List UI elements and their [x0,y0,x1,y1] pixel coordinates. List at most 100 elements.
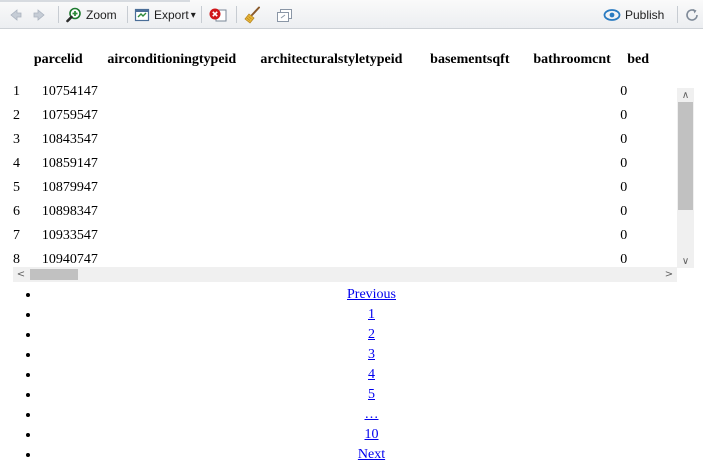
column-header-airconditioningtypeid[interactable]: airconditioningtypeid [107,40,260,80]
row-name: 1 [13,84,20,99]
pagination-page-10[interactable]: 10 [365,427,379,442]
pagination-previous[interactable]: Previous [347,287,396,302]
arrow-right-icon [31,6,49,24]
zoom-icon [66,7,82,23]
toolbar-separator [127,6,128,23]
scroll-right-icon[interactable]: > [661,267,677,282]
cell-parcelid: 10754147 [41,84,98,99]
zoom-button[interactable]: Zoom [66,5,117,25]
cell-bathroomcnt: 0 [620,156,628,171]
cell-architecturalstyletypeid [260,152,430,176]
row-name: 3 [13,132,20,147]
toolbar-separator [58,6,59,23]
cell-bathroomcnt: 0 [620,228,628,243]
cell-basementsqft [430,224,533,248]
horizontal-scrollbar[interactable]: < > [13,267,677,282]
table-row: 4 10859147 0 [13,152,677,176]
cell-basementsqft [430,128,533,152]
clear-all-button[interactable] [244,5,262,25]
publish-button[interactable]: Publish [603,5,664,25]
vertical-scroll-thumb[interactable] [678,102,693,210]
export-menu-button[interactable]: Export ▾ [134,5,196,25]
cell-basementsqft [430,176,533,200]
cell-parcelid: 10898347 [41,204,98,219]
pagination-item: Previous [40,286,703,306]
pagination-page-2[interactable]: 2 [368,327,375,342]
cell-parcelid: 10843547 [41,132,98,147]
cell-architecturalstyletypeid [260,104,430,128]
horizontal-scroll-thumb[interactable] [30,269,78,280]
column-header-parcelid[interactable]: parcelid [34,40,107,80]
pagination-item: 10 [40,426,703,446]
remove-icon [208,7,228,23]
pagination-page-3[interactable]: 3 [368,347,375,362]
table-row: 3 10843547 0 [13,128,677,152]
toolbar-separator [201,6,202,23]
scroll-up-icon[interactable]: ∧ [677,88,694,102]
pagination-next[interactable]: Next [358,447,385,462]
popout-button[interactable] [276,5,294,25]
cell-basementsqft [430,200,533,224]
chevron-down-icon: ▾ [190,9,196,21]
cell-bathroomcnt: 0 [620,132,628,147]
cell-basementsqft [430,152,533,176]
cell-bed [627,224,677,248]
column-header-rowname[interactable] [13,40,34,80]
remove-plot-button[interactable] [208,5,228,25]
cell-basementsqft [430,104,533,128]
row-name: 7 [13,228,20,243]
vertical-scrollbar[interactable]: ∧ ∨ [677,88,694,268]
cell-architecturalstyletypeid [260,128,430,152]
table-row: 5 10879947 0 [13,176,677,200]
cell-parcelid: 10859147 [41,156,98,171]
pagination-page-1[interactable]: 1 [368,307,375,322]
new-window-icon [276,7,294,23]
cell-bathroomcnt: 0 [620,204,628,219]
pagination-page-5[interactable]: 5 [368,387,375,402]
column-header-basementsqft[interactable]: basementsqft [430,40,533,80]
cell-architecturalstyletypeid [260,176,430,200]
forward-button[interactable] [31,5,49,25]
pagination-item: 5 [40,386,703,406]
pagination: Previous 1 2 3 4 5 … 10 Next [0,286,703,466]
viewer-toolbar: Zoom Export ▾ Publish [0,0,703,29]
column-header-bathroomcnt[interactable]: bathroomcnt [533,40,627,80]
back-button[interactable] [6,5,24,25]
row-name: 2 [13,108,20,123]
pagination-item: … [40,406,703,426]
refresh-icon [684,7,700,23]
toolbar-separator [677,6,678,23]
column-header-architecturalstyletypeid[interactable]: architecturalstyletypeid [260,40,430,80]
pagination-item: 1 [40,306,703,326]
scroll-down-icon[interactable]: ∨ [677,254,694,268]
table-row: 2 10759547 0 [13,104,677,128]
row-name: 4 [13,156,20,171]
cell-bathroomcnt: 0 [620,84,628,99]
cell-bed [627,128,677,152]
cell-bathroomcnt: 0 [620,108,628,123]
pagination-item: 3 [40,346,703,366]
export-label: Export [154,8,189,22]
pagination-item: Next [40,446,703,466]
cell-basementsqft [430,80,533,104]
cell-architecturalstyletypeid [260,200,430,224]
cell-airconditioningtypeid [107,176,260,200]
table-header-row: parcelid airconditioningtypeid architect… [13,40,677,80]
row-name: 6 [13,204,20,219]
pagination-ellipsis[interactable]: … [365,407,379,422]
data-table: parcelid airconditioningtypeid architect… [13,40,677,272]
arrow-left-icon [6,6,24,24]
cell-airconditioningtypeid [107,128,260,152]
export-icon [134,7,150,23]
cell-bathroomcnt: 0 [620,180,628,195]
cell-bed [627,176,677,200]
column-header-bed[interactable]: bed [627,40,677,80]
cell-airconditioningtypeid [107,80,260,104]
pagination-page-4[interactable]: 4 [368,367,375,382]
scroll-left-icon[interactable]: < [13,267,29,282]
cell-bed [627,200,677,224]
refresh-button[interactable] [684,5,700,25]
cell-airconditioningtypeid [107,200,260,224]
cell-parcelid: 10759547 [41,108,98,123]
table-row: 6 10898347 0 [13,200,677,224]
